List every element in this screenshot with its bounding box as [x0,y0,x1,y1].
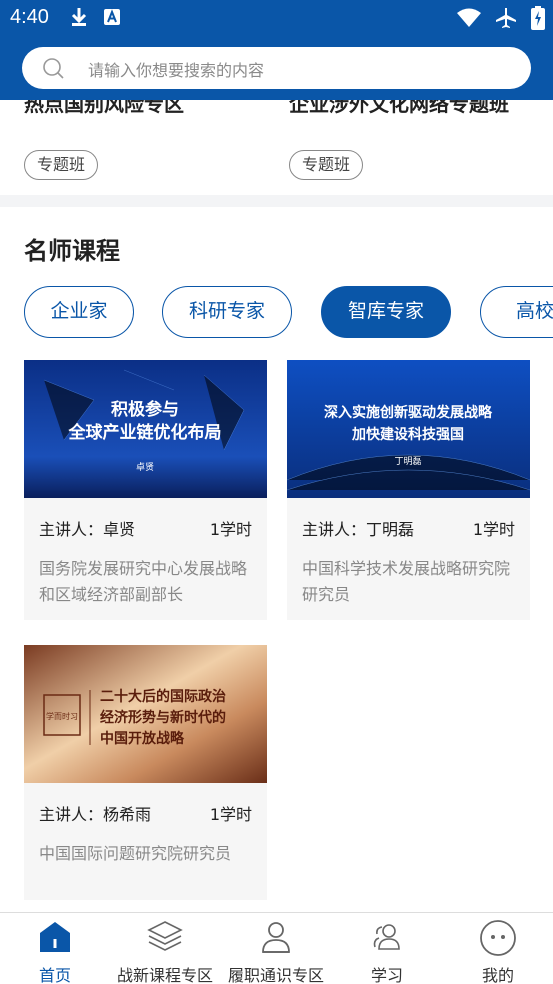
nav-label: 学习 [370,966,403,984]
special-class-tag: 专题班 [24,150,99,180]
wifi-icon [457,8,481,27]
status-bar: 4:40 [0,0,553,38]
tab-research-expert[interactable]: 科研专家 [162,286,292,338]
bottom-nav: 首页 战新课程专区 履职通识专区 学习 我的 [0,912,553,984]
smiley-icon [480,920,516,956]
special-classes-row: 热点国别风险专区 专题班 企业涉外文化网络专题班 专题班 [0,100,553,195]
cover-line: 二十大后的国际政治 [100,688,226,705]
special-class-title[interactable]: 企业涉外文化网络专题班 [289,100,509,117]
course-thumbnail[interactable]: 学而时习 二十大后的国际政治 经济形势与新时代的 中国开放战略 [24,645,267,783]
nav-label: 首页 [38,966,71,984]
cover-line: 加快建设科技强国 [351,426,464,443]
nav-general-knowledge[interactable]: 履职通识专区 [221,913,331,984]
category-tabs: 企业家 科研专家 智库专家 高校 [24,286,553,338]
course-cover-image: 学而时习 二十大后的国际政治 经济形势与新时代的 中国开放战略 [24,645,267,783]
study-people-icon [373,924,400,950]
tab-entrepreneur[interactable]: 企业家 [24,286,134,338]
person-icon [262,922,290,953]
search-bar[interactable]: 请输入你想要搜索的内容 [22,47,531,89]
course-hours: 1学时 [209,520,252,539]
nav-study[interactable]: 学习 [332,913,442,984]
course-card[interactable]: 深入实施创新驱动发展战略 加快建设科技强国 丁明磊 主讲人：丁明磊 1学时 中国… [287,360,530,620]
nav-mine[interactable]: 我的 [443,913,553,984]
lecturer-name: 主讲人：丁明磊 [302,520,415,539]
course-thumbnail[interactable]: 积极参与 全球产业链优化布局 卓贤 [24,360,267,498]
nav-label: 履职通识专区 [227,966,324,984]
search-icon [43,58,64,79]
cover-line: 中国开放战略 [100,730,185,747]
cover-line: 深入实施创新驱动发展战略 [324,404,493,421]
nav-strategic-courses[interactable]: 战新课程专区 [110,913,220,984]
cover-name: 丁明磊 [394,456,421,467]
course-cover-image: 积极参与 全球产业链优化布局 卓贤 [24,360,267,498]
lecturer-title: 中国科学技术发展战略研究院研究员 [302,559,511,604]
cover-line: 经济形势与新时代的 [100,709,226,726]
app-notification-icon [104,9,120,25]
lecturer-name: 主讲人：卓贤 [39,520,136,539]
tab-university[interactable]: 高校 [480,286,553,338]
home-icon [40,922,70,952]
course-card[interactable]: 学而时习 二十大后的国际政治 经济形势与新时代的 中国开放战略 主讲人：杨希雨 … [24,645,267,900]
special-class-tag: 专题班 [289,150,364,180]
course-hours: 1学时 [209,805,252,824]
nav-label: 战新课程专区 [116,966,213,984]
course-cover-image: 深入实施创新驱动发展战略 加快建设科技强国 丁明磊 [287,360,530,498]
cover-line: 全球产业链优化布局 [68,422,222,443]
lecturer-title: 中国国际问题研究院研究员 [39,844,232,863]
tab-think-tank-expert[interactable]: 智库专家 [321,286,451,338]
nav-label: 我的 [481,966,514,984]
layers-icon [147,921,183,951]
cover-logo: 学而时习 [46,711,78,721]
famous-teacher-section: 名师课程 企业家 科研专家 智库专家 高校 积极参与 全球产业链优化布局 卓贤 … [0,207,553,912]
cover-name: 卓贤 [136,461,154,473]
special-class-title[interactable]: 热点国别风险专区 [24,100,184,117]
nav-home[interactable]: 首页 [0,913,110,984]
course-card[interactable]: 积极参与 全球产业链优化布局 卓贤 主讲人：卓贤 1学时 国务院发展研究中心发展… [24,360,267,620]
course-hours: 1学时 [472,520,515,539]
status-time: 4:40 [10,6,49,28]
download-icon [71,8,87,26]
lecturer-name: 主讲人：杨希雨 [39,805,152,824]
cover-line: 积极参与 [111,399,179,420]
section-title: 名师课程 [24,237,120,265]
lecturer-title: 国务院发展研究中心发展战略和区域经济部副部长 [39,559,248,604]
airplane-icon [496,8,516,28]
header-bar: 4:40 请输入你想要搜索的内容 [0,0,553,100]
course-thumbnail[interactable]: 深入实施创新驱动发展战略 加快建设科技强国 丁明磊 [287,360,530,498]
search-input[interactable]: 请输入你想要搜索的内容 [88,57,264,81]
battery-icon [531,6,545,30]
